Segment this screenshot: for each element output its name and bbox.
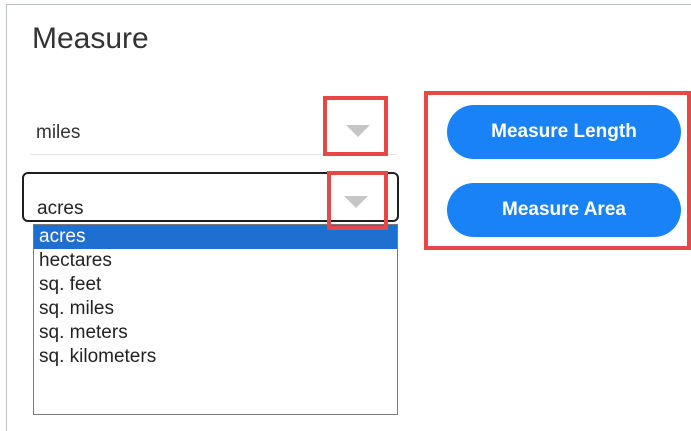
option-sq-meters[interactable]: sq. meters (34, 321, 397, 345)
option-sq-kilometers[interactable]: sq. kilometers (34, 345, 397, 369)
option-sq-feet[interactable]: sq. feet (34, 273, 397, 297)
length-unit-value: miles (36, 122, 81, 143)
highlight-box-measure-buttons (424, 91, 691, 250)
option-sq-miles[interactable]: sq. miles (34, 297, 397, 321)
highlight-box-length-dropdown (323, 96, 388, 156)
option-hectares[interactable]: hectares (34, 249, 397, 273)
area-unit-options-list[interactable]: acres hectares sq. feet sq. miles sq. me… (33, 224, 398, 415)
highlight-box-area-dropdown (327, 171, 388, 230)
panel-title: Measure (32, 22, 149, 55)
area-unit-value: acres (37, 198, 84, 219)
